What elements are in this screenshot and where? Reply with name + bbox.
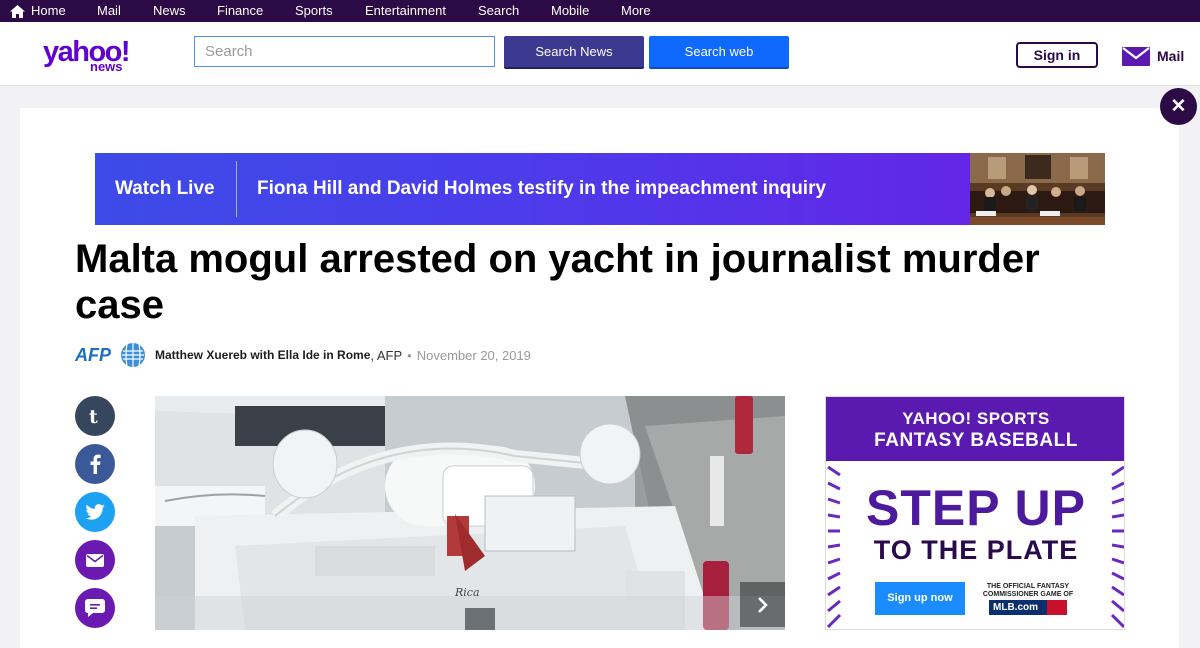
chevron-right-icon — [757, 596, 768, 613]
logo-subbrand: news — [90, 59, 123, 74]
nav-item-home[interactable]: Home — [10, 0, 66, 22]
search-web-button[interactable]: Search web — [649, 36, 789, 69]
mail-label: Mail — [1157, 48, 1185, 64]
mail-link[interactable]: Mail — [1122, 44, 1184, 68]
nav-item-sports[interactable]: Sports — [295, 0, 333, 22]
nav-item-finance[interactable]: Finance — [217, 0, 263, 22]
nav-item-more[interactable]: More — [621, 0, 651, 22]
ad-header: YAHOO! SPORTS FANTASY BASEBALL — [826, 397, 1124, 461]
next-image-button[interactable] — [740, 582, 785, 627]
ad-brand: YAHOO! SPORTS — [902, 409, 1050, 428]
email-icon — [86, 553, 104, 567]
afp-logo-text: AFP — [75, 345, 112, 365]
live-headline: Fiona Hill and David Holmes testify in t… — [257, 178, 827, 199]
share-tumblr-button[interactable]: t — [75, 396, 115, 436]
top-nav: Home Mail News Finance Sports Entertainm… — [0, 0, 1200, 22]
nav-item-mail[interactable]: Mail — [97, 0, 121, 22]
search-news-button[interactable]: Search News — [504, 36, 644, 69]
home-icon — [10, 4, 25, 18]
byline-separator: • — [407, 347, 412, 363]
ad-headline: STEP UP — [865, 480, 1087, 536]
ad-subheadline: TO THE PLATE — [873, 535, 1079, 565]
mail-icon — [1122, 46, 1150, 66]
search-input[interactable] — [194, 36, 495, 67]
nav-item-mobile[interactable]: Mobile — [551, 0, 589, 22]
watch-live-banner[interactable]: Watch Live Fiona Hill and David Holmes t… — [95, 153, 1105, 225]
byline: AFP Matthew Xuereb with Ella Ide in Rome… — [75, 340, 531, 370]
ad-fine-print: THE OFFICIAL FANTASY COMMISSIONER GAME O… — [982, 583, 1074, 598]
article-title: Malta mogul arrested on yacht in journal… — [75, 237, 1040, 327]
tumblr-icon: t — [89, 406, 98, 426]
svg-text:t: t — [89, 406, 98, 426]
close-icon: ✕ — [1170, 96, 1187, 117]
banner-divider — [236, 161, 237, 217]
hero-image[interactable]: Rica — [155, 396, 785, 630]
watch-live-label: Watch Live — [115, 178, 215, 199]
share-facebook-button[interactable] — [75, 444, 115, 484]
comments-icon — [85, 599, 105, 617]
nav-label-home: Home — [31, 3, 66, 18]
author-name[interactable]: Matthew Xuereb with Ella Ide in Rome — [155, 348, 370, 362]
share-email-button[interactable] — [75, 540, 115, 580]
nav-item-entertainment[interactable]: Entertainment — [365, 0, 446, 22]
afp-logo[interactable]: AFP — [75, 341, 147, 369]
share-twitter-button[interactable] — [75, 492, 115, 532]
site-header: yahoo! news Search News Search web Sign … — [0, 22, 1200, 86]
yacht-photo: Rica — [155, 396, 785, 630]
mlb-logo: MLB.com — [989, 600, 1067, 615]
nav-item-news[interactable]: News — [153, 0, 186, 22]
mlb-logo-text: MLB.com — [993, 602, 1038, 613]
ad-product: FANTASY BASEBALL — [874, 430, 1078, 451]
nav-item-search[interactable]: Search — [478, 0, 519, 22]
article-source: , AFP — [370, 347, 403, 363]
comments-button[interactable] — [75, 588, 115, 628]
close-button[interactable]: ✕ — [1160, 88, 1197, 125]
facebook-icon — [90, 454, 101, 474]
mlb-logo-badge — [1047, 600, 1067, 615]
twitter-icon — [85, 504, 105, 520]
yahoo-news-logo[interactable]: yahoo! news — [43, 38, 143, 78]
sign-in-button[interactable]: Sign in — [1016, 42, 1098, 68]
publish-date: November 20, 2019 — [416, 347, 531, 363]
live-thumbnail — [970, 153, 1105, 225]
ad-signup-button[interactable]: Sign up now — [875, 582, 965, 615]
fantasy-baseball-ad[interactable]: YAHOO! SPORTS FANTASY BASEBALL STEP UP T… — [825, 396, 1125, 630]
